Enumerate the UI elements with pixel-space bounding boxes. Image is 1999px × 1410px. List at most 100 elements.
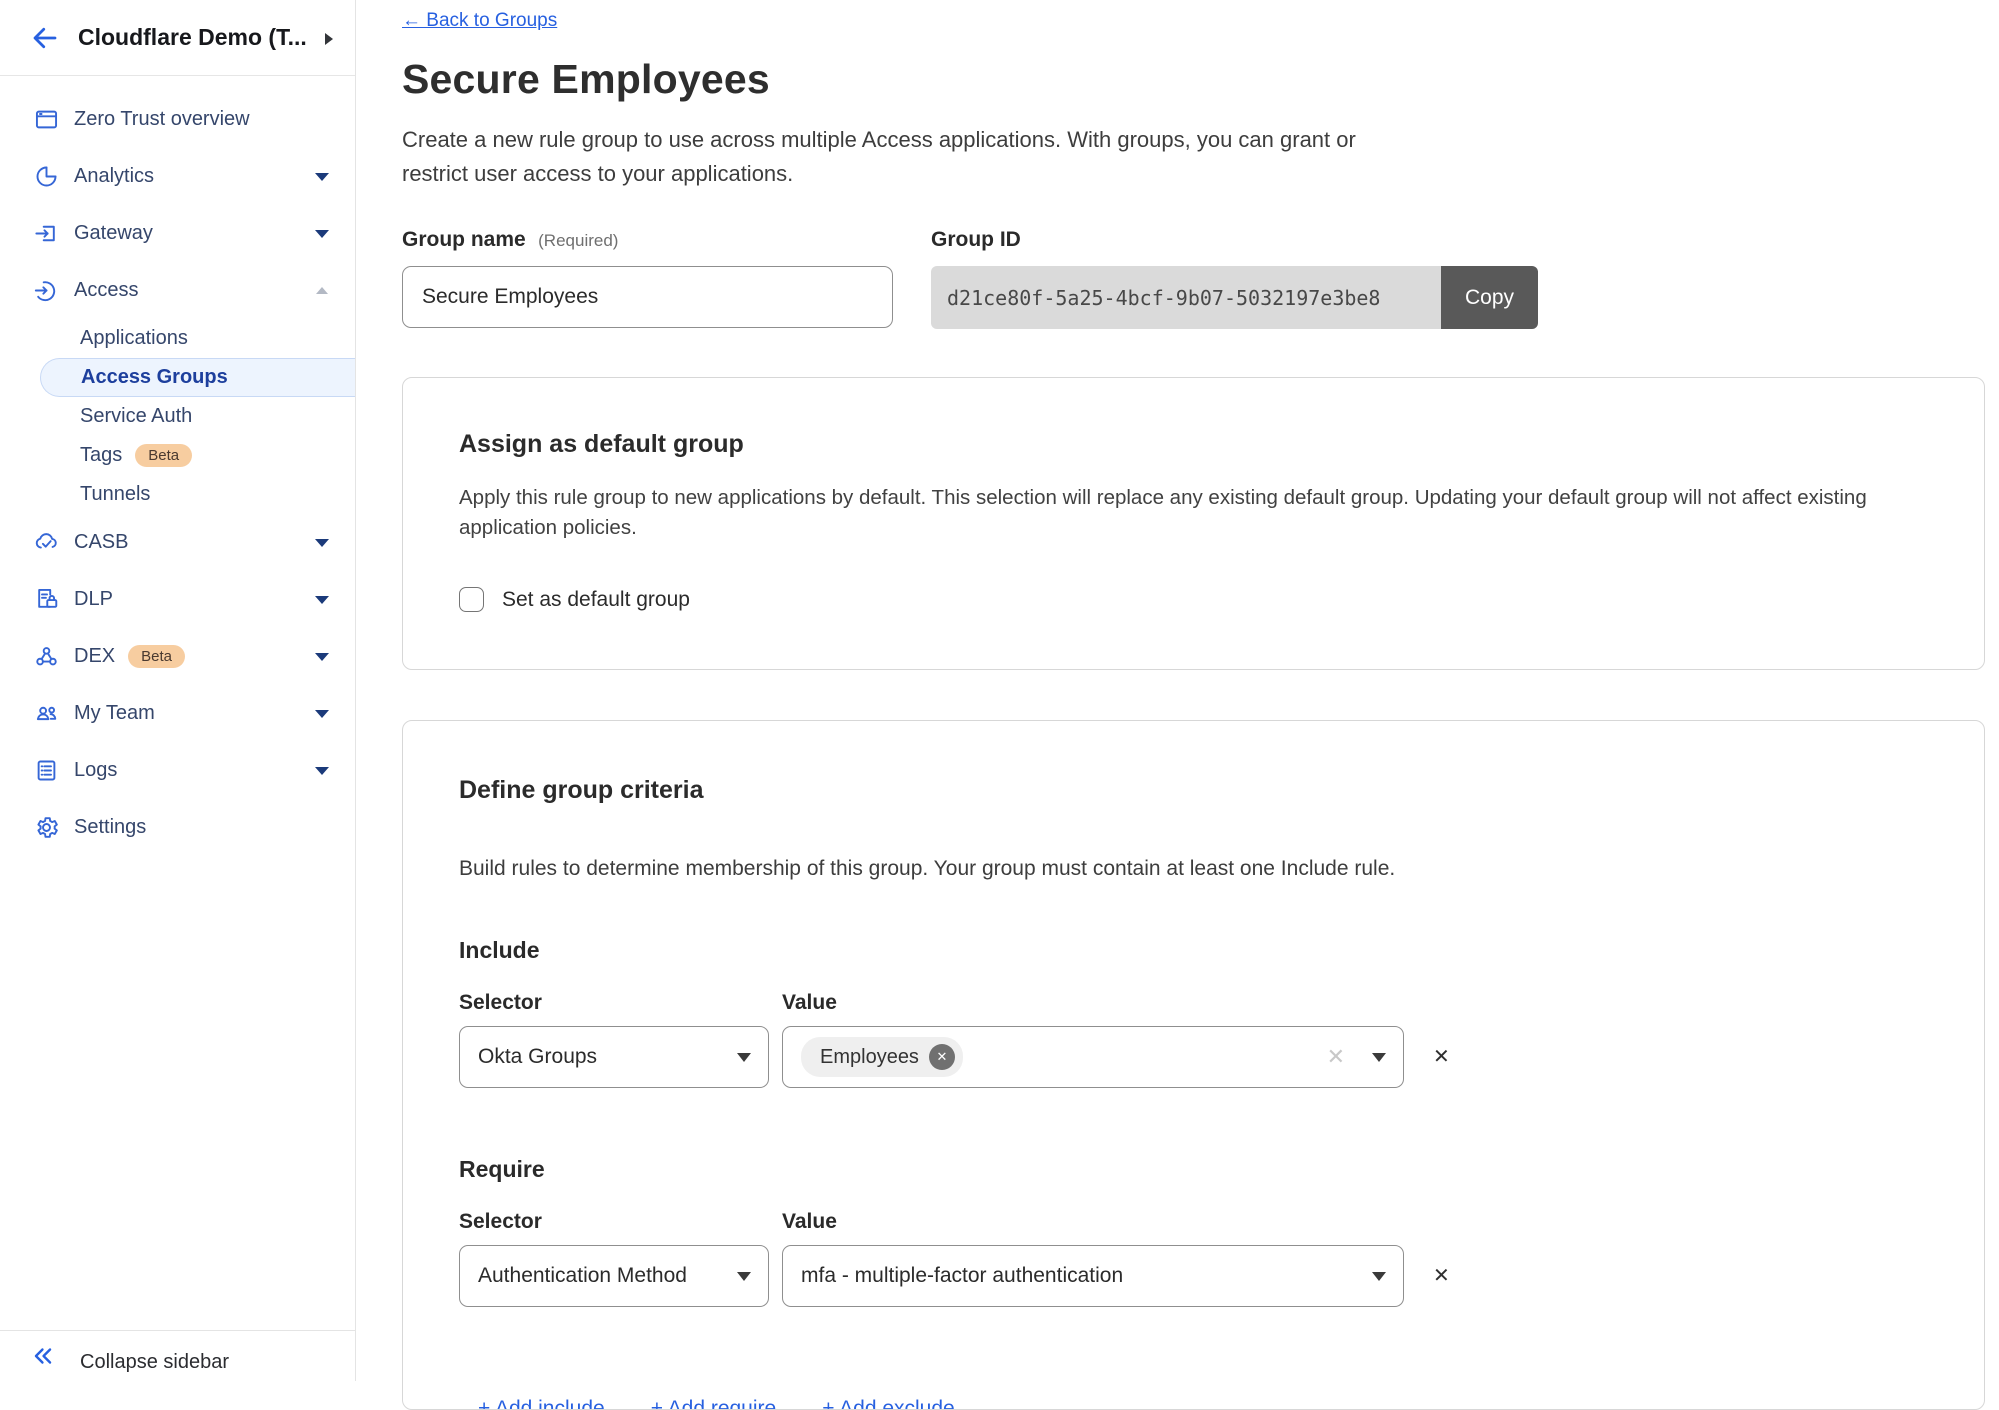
sidebar-item-analytics[interactable]: Analytics	[0, 148, 355, 205]
group-name-input[interactable]	[402, 266, 893, 328]
chevron-down-icon[interactable]	[315, 710, 329, 718]
sidebar-nav: Zero Trust overview Analytics Gateway Ac…	[0, 76, 355, 856]
sidebar-item-casb[interactable]: CASB	[0, 514, 355, 571]
default-group-card-title: Assign as default group	[459, 430, 1928, 459]
sidebar-item-my-team[interactable]: My Team	[0, 685, 355, 742]
chevron-down-icon[interactable]	[315, 230, 329, 238]
sidebar-subitem-label: Tunnels	[80, 483, 150, 506]
sidebar-item-label: Settings	[74, 816, 146, 839]
back-arrow-icon[interactable]	[30, 23, 60, 53]
access-login-icon	[33, 277, 60, 304]
group-id-value: d21ce80f-5a25-4bcf-9b07-5032197e3be8	[931, 266, 1441, 329]
network-cluster-icon	[33, 643, 60, 670]
remove-include-rule-button[interactable]: ✕	[1433, 1047, 1450, 1067]
include-rule-row: Okta Groups Employees ✕ ✕ ✕	[459, 1026, 1928, 1088]
require-selector-value: Authentication Method	[478, 1264, 687, 1288]
add-rule-links: + Add include + Add require + Add exclud…	[459, 1397, 1928, 1410]
include-heading: Include	[459, 937, 1928, 964]
browser-window-icon	[33, 106, 60, 133]
sidebar-item-logs[interactable]: Logs	[0, 742, 355, 799]
logs-list-icon	[33, 757, 60, 784]
page-title: Secure Employees	[402, 56, 1985, 103]
account-name: Cloudflare Demo (T...	[78, 24, 307, 51]
add-exclude-link[interactable]: + Add exclude	[822, 1397, 955, 1410]
add-include-link[interactable]: + Add include	[478, 1397, 605, 1410]
sidebar-item-label: Access	[74, 279, 138, 302]
sidebar-item-label: Gateway	[74, 222, 153, 245]
chevron-down-icon	[737, 1053, 751, 1062]
require-selector-label: Selector	[459, 1210, 782, 1234]
group-id-composite: d21ce80f-5a25-4bcf-9b07-5032197e3be8 Cop…	[931, 266, 1538, 329]
include-selector-dropdown[interactable]: Okta Groups	[459, 1026, 769, 1088]
require-value-label: Value	[782, 1210, 837, 1234]
sidebar: Cloudflare Demo (T... Zero Trust overvie…	[0, 0, 356, 1381]
collapse-sidebar-button[interactable]: Collapse sidebar	[0, 1330, 355, 1381]
sidebar-item-settings[interactable]: Settings	[0, 799, 355, 856]
sidebar-subitem-tunnels[interactable]: Tunnels	[0, 475, 355, 514]
default-group-card-description: Apply this rule group to new application…	[459, 483, 1928, 543]
sidebar-subitem-service-auth[interactable]: Service Auth	[0, 397, 355, 436]
criteria-card-title: Define group criteria	[459, 776, 1928, 805]
remove-require-rule-button[interactable]: ✕	[1433, 1266, 1450, 1286]
main-content: ← Back to Groups Secure Employees Create…	[356, 0, 1999, 1381]
sidebar-item-zero-trust-overview[interactable]: Zero Trust overview	[0, 91, 355, 148]
back-to-groups-link[interactable]: ← Back to Groups	[402, 10, 557, 32]
gear-icon	[33, 814, 60, 841]
require-value-dropdown[interactable]: mfa - multiple-factor authentication	[782, 1245, 1404, 1307]
sidebar-subitem-tags[interactable]: Tags Beta	[0, 436, 355, 475]
include-selector-value: Okta Groups	[478, 1045, 597, 1069]
sidebar-subitem-applications[interactable]: Applications	[0, 319, 355, 358]
default-group-card: Assign as default group Apply this rule …	[402, 377, 1985, 670]
sidebar-item-dex[interactable]: DEX Beta	[0, 628, 355, 685]
pie-chart-icon	[33, 163, 60, 190]
clear-values-icon[interactable]: ✕	[1327, 1044, 1345, 1070]
copy-button[interactable]: Copy	[1441, 266, 1538, 329]
required-hint: (Required)	[538, 231, 618, 250]
require-selector-dropdown[interactable]: Authentication Method	[459, 1245, 769, 1307]
document-lock-icon	[33, 586, 60, 613]
group-name-id-row: Group name (Required) Group ID d21ce80f-…	[402, 228, 1985, 329]
cloud-check-icon	[33, 529, 60, 556]
sidebar-item-gateway[interactable]: Gateway	[0, 205, 355, 262]
sidebar-subitem-label: Service Auth	[80, 405, 192, 428]
page-description: Create a new rule group to use across mu…	[402, 123, 1387, 191]
require-heading: Require	[459, 1156, 1928, 1183]
sidebar-header: Cloudflare Demo (T...	[0, 0, 355, 76]
collapse-sidebar-label: Collapse sidebar	[80, 1351, 229, 1374]
include-value-dropdown[interactable]: Employees ✕ ✕	[782, 1026, 1404, 1088]
chevron-down-icon[interactable]	[315, 596, 329, 604]
sidebar-item-access[interactable]: Access	[0, 262, 355, 319]
chevron-down-icon[interactable]	[315, 767, 329, 775]
require-value-text: mfa - multiple-factor authentication	[801, 1264, 1123, 1288]
add-require-link[interactable]: + Add require	[651, 1397, 777, 1410]
default-group-checkbox-row: Set as default group	[459, 587, 1928, 612]
sidebar-item-label: CASB	[74, 531, 128, 554]
group-name-label: Group name	[402, 228, 526, 251]
group-id-column: Group ID d21ce80f-5a25-4bcf-9b07-5032197…	[931, 228, 1538, 329]
beta-badge: Beta	[135, 444, 192, 467]
sidebar-item-dlp[interactable]: DLP	[0, 571, 355, 628]
gateway-icon	[33, 220, 60, 247]
include-selector-label: Selector	[459, 991, 782, 1015]
sidebar-item-label: Analytics	[74, 165, 154, 188]
criteria-card-description: Build rules to determine membership of t…	[459, 857, 1928, 881]
chevron-down-icon	[737, 1272, 751, 1281]
chevron-down-icon[interactable]	[315, 653, 329, 661]
sidebar-item-label: My Team	[74, 702, 155, 725]
double-chevron-left-icon	[30, 1343, 56, 1369]
chevron-up-icon[interactable]	[316, 287, 328, 294]
sidebar-subitem-access-groups[interactable]: Access Groups	[40, 358, 355, 397]
group-name-column: Group name (Required)	[402, 228, 893, 329]
chevron-down-icon[interactable]	[315, 539, 329, 547]
set-default-checkbox-label: Set as default group	[502, 588, 690, 612]
require-rule-row: Authentication Method mfa - multiple-fac…	[459, 1245, 1928, 1307]
account-expand-caret-icon[interactable]	[325, 33, 333, 45]
people-icon	[33, 700, 60, 727]
employees-chip-label: Employees	[820, 1046, 919, 1069]
sidebar-subitem-label: Tags	[80, 444, 122, 467]
chevron-down-icon	[1372, 1272, 1386, 1281]
employees-chip: Employees ✕	[801, 1037, 963, 1077]
set-default-checkbox[interactable]	[459, 587, 484, 612]
chevron-down-icon[interactable]	[315, 173, 329, 181]
chip-remove-icon[interactable]: ✕	[929, 1044, 955, 1070]
